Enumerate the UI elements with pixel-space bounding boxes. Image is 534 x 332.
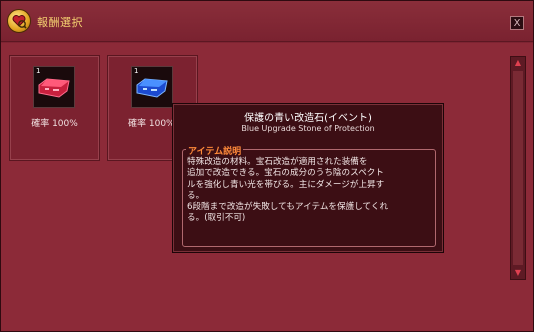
- blue-gem-icon: [136, 78, 168, 98]
- title-bar[interactable]: 報酬選択 X: [1, 1, 533, 42]
- description-heading: アイテム説明: [186, 144, 244, 157]
- window-title: 報酬選択: [37, 16, 83, 29]
- reward-selection-window: 報酬選択 X 1 確率 100% 1 確率 100% ▲ ▼ 保護の青い改造石(…: [0, 0, 534, 332]
- scroll-up-button[interactable]: ▲: [511, 57, 525, 69]
- reward-heart-icon: [7, 9, 31, 33]
- item-tooltip: 保護の青い改造石(イベント) Blue Upgrade Stone of Pro…: [173, 104, 443, 252]
- scroll-thumb[interactable]: [513, 71, 523, 265]
- reward-slot-red-stone[interactable]: 1 確率 100%: [9, 55, 100, 161]
- item-count: 1: [134, 67, 139, 75]
- item-count: 1: [36, 67, 41, 75]
- tooltip-item-english-name: Blue Upgrade Stone of Protection: [241, 124, 375, 133]
- scroll-down-button[interactable]: ▼: [511, 267, 525, 279]
- red-gem-icon: [38, 78, 70, 98]
- drop-rate-label: 確率 100%: [31, 119, 78, 129]
- tooltip-item-name: 保護の青い改造石(イベント): [244, 113, 372, 124]
- item-description: 特殊改造の材料。宝石改造が適用された装備を 追加で改造できる。宝石の成分のうち陰…: [187, 157, 389, 224]
- scrollbar[interactable]: ▲ ▼: [510, 56, 526, 280]
- close-button[interactable]: X: [510, 16, 524, 30]
- item-icon-box[interactable]: 1: [33, 66, 75, 108]
- item-icon-box[interactable]: 1: [131, 66, 173, 108]
